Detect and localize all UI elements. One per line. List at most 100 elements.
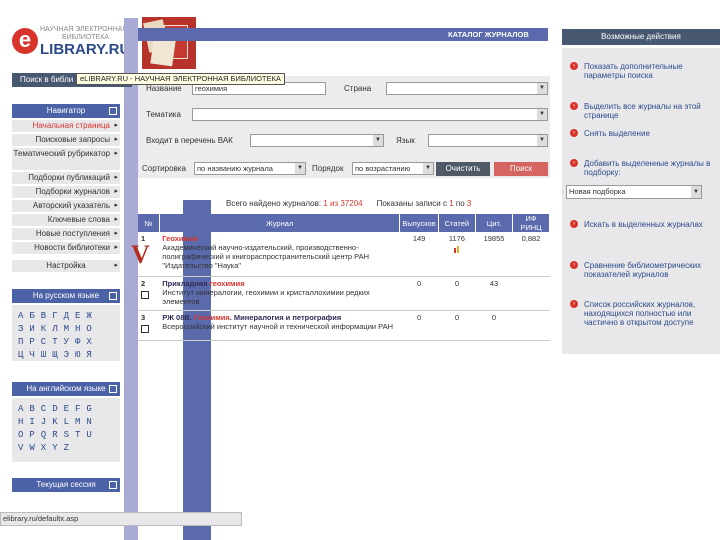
country-label: Страна [344, 84, 372, 93]
country-select[interactable] [386, 82, 548, 95]
journal-publisher: Институт минералогии, геохимии и кристал… [162, 287, 370, 306]
nav-library-news[interactable]: Новости библиотеки [12, 242, 120, 254]
row-checkbox[interactable] [141, 290, 149, 299]
row-number: 2 [138, 276, 160, 311]
sort-label: Сортировка [142, 164, 186, 173]
action-deselect[interactable]: › Снять выделение [570, 129, 715, 138]
action-select-all[interactable]: › Выделить все журналы на этой странице [570, 102, 715, 120]
action-search-selected[interactable]: › Искать в выделенных журналах [570, 220, 715, 229]
nav-publication-collections[interactable]: Подборки публикаций [12, 172, 120, 184]
col-journal[interactable]: Журнал [159, 214, 401, 232]
collapse-box-icon[interactable] [109, 481, 117, 489]
russian-alphabet: АБВГДЕЖ ЗИКЛМНО ПРСТУФХ ЦЧШЩЭЮЯ [12, 305, 120, 361]
alpha-row[interactable]: ЗИКЛМНО [18, 324, 114, 334]
bar-chart-icon[interactable] [453, 245, 461, 253]
name-label: Название [146, 84, 182, 93]
citations-value: 43 [475, 276, 513, 311]
col-citations[interactable]: Цит. [475, 214, 514, 232]
arrow-icon: › [570, 220, 578, 228]
sort-select[interactable]: по названию журнала [194, 162, 306, 175]
journal-publisher: Академический научно-издательский, произ… [162, 243, 370, 270]
arrow-icon: › [570, 62, 578, 70]
nav-journal-collections[interactable]: Подборки журналов [12, 186, 120, 198]
journals-table: № Журнал Выпусков Статей Цит. ИФ РИНЦ 1 … [138, 214, 550, 341]
row-checkbox[interactable] [141, 324, 149, 333]
journal-publisher: Всероссийский институт научной и техниче… [162, 321, 394, 331]
arrow-icon: › [570, 261, 578, 269]
journal-cell: Прикладная геохимия Институт минералогии… [159, 276, 400, 311]
nav-settings[interactable]: Настройка [12, 260, 120, 272]
collection-select[interactable]: Новая подборка [566, 185, 702, 199]
nav-search-queries[interactable]: Поисковые запросы [12, 134, 120, 146]
nav-home[interactable]: Начальная страница [12, 120, 120, 132]
col-num: № [138, 214, 160, 232]
alpha-row[interactable]: ЦЧШЩЭЮЯ [18, 350, 114, 360]
catalog-header: КАТАЛОГ ЖУРНАЛОВ [138, 28, 548, 41]
journal-title-link[interactable]: Прикладная геохимия [162, 279, 397, 288]
language-label: Язык [396, 136, 415, 145]
issues-value: 0 [399, 276, 439, 311]
logo-subtitle: НАУЧНАЯ ЭЛЕКТРОННАЯ БИБЛИОТЕКА [40, 26, 128, 41]
results-summary: Всего найдено журналов: 1 из 37204 Показа… [226, 199, 472, 208]
journal-title-link[interactable]: Геохимия [162, 234, 397, 243]
table-row: 1 Геохимия Академический научно-издатель… [138, 232, 550, 277]
search-button[interactable]: Поиск [494, 162, 548, 176]
alpha-row[interactable]: VWXYZ [18, 443, 114, 453]
collapse-box-icon[interactable] [109, 292, 117, 300]
topic-label: Тематика [146, 110, 181, 119]
clear-button[interactable]: Очистить [436, 162, 490, 176]
actions-header: Возможные действия [562, 29, 720, 45]
english-alphabet: ABCDEFG HIJKLMN OPQRSTU VWXYZ [12, 398, 120, 462]
action-compare-metrics[interactable]: › Сравнение библиометрических показателей… [570, 261, 715, 279]
row-number: 3 [138, 310, 160, 341]
elibrary-logo[interactable]: e НАУЧНАЯ ЭЛЕКТРОННАЯ БИБЛИОТЕКА LIBRARY.… [12, 24, 137, 62]
articles-value: 1176 [438, 232, 476, 277]
citations-value: 0 [475, 310, 513, 341]
impact-value [512, 310, 550, 341]
articles-value: 0 [438, 276, 476, 311]
vak-mark-icon: V [131, 240, 150, 269]
table-row: 2 Прикладная геохимия Институт минералог… [138, 276, 550, 311]
order-select[interactable]: по возрастанию [352, 162, 434, 175]
arrow-icon: › [570, 159, 578, 167]
alpha-row[interactable]: АБВГДЕЖ [18, 311, 114, 321]
russian-alphabet-header: На русском языке [12, 289, 120, 303]
col-impact[interactable]: ИФ РИНЦ [512, 214, 550, 232]
action-show-params[interactable]: › Показать дополнительные параметры поиск… [570, 62, 715, 80]
status-bar-url: elibrary.ru/defaultx.asp [0, 512, 242, 526]
order-label: Порядок [312, 164, 344, 173]
arrow-icon: › [570, 300, 578, 308]
vak-label: Входит в перечень ВАК [146, 136, 233, 145]
collapse-box-icon[interactable] [109, 385, 117, 393]
col-issues[interactable]: Выпусков [399, 214, 439, 232]
nav-author-index[interactable]: Авторский указатель [12, 200, 120, 212]
alpha-row[interactable]: OPQRSTU [18, 430, 114, 440]
actions-panel: › Показать дополнительные параметры поиск… [562, 48, 720, 354]
journal-cell: Геохимия Академический научно-издательск… [159, 232, 400, 277]
topic-select[interactable] [192, 108, 548, 121]
nav-rubricator[interactable]: Тематический рубрикатор [12, 148, 120, 170]
journal-cell: РЖ 08В. Геохимия. Минералогия и петрогра… [159, 310, 400, 341]
alpha-row[interactable]: ABCDEFG [18, 404, 114, 414]
current-session-header[interactable]: Текущая сессия [12, 478, 120, 492]
journal-title-link[interactable]: РЖ 08В. Геохимия. Минералогия и петрогра… [162, 313, 397, 322]
vak-select[interactable] [250, 134, 384, 147]
col-articles[interactable]: Статей [438, 214, 477, 232]
language-select[interactable] [428, 134, 548, 147]
nav-new-arrivals[interactable]: Новые поступления [12, 228, 120, 240]
arrow-icon: › [570, 102, 578, 110]
tooltip: eLIBRARY.RU - НАУЧНАЯ ЭЛЕКТРОННАЯ БИБЛИО… [76, 73, 285, 85]
alpha-row[interactable]: HIJKLMN [18, 417, 114, 427]
citations-value: 19855 [475, 232, 513, 277]
alpha-row[interactable]: ПРСТУФХ [18, 337, 114, 347]
nav-keywords[interactable]: Ключевые слова [12, 214, 120, 226]
logo-wordmark: LIBRARY.RU [40, 41, 131, 58]
collapse-box-icon[interactable] [109, 107, 117, 115]
action-add-to-collection[interactable]: › Добавить выделенные журналы в подборку: [570, 159, 715, 177]
action-open-access-list[interactable]: › Список российских журналов, находящихся… [570, 300, 715, 327]
table-row: 3 РЖ 08В. Геохимия. Минералогия и петрог… [138, 310, 550, 341]
arrow-icon: › [570, 129, 578, 137]
english-alphabet-header: На английском языке [12, 382, 120, 396]
articles-value: 0 [438, 310, 476, 341]
impact-value: 0,882 [512, 232, 550, 277]
